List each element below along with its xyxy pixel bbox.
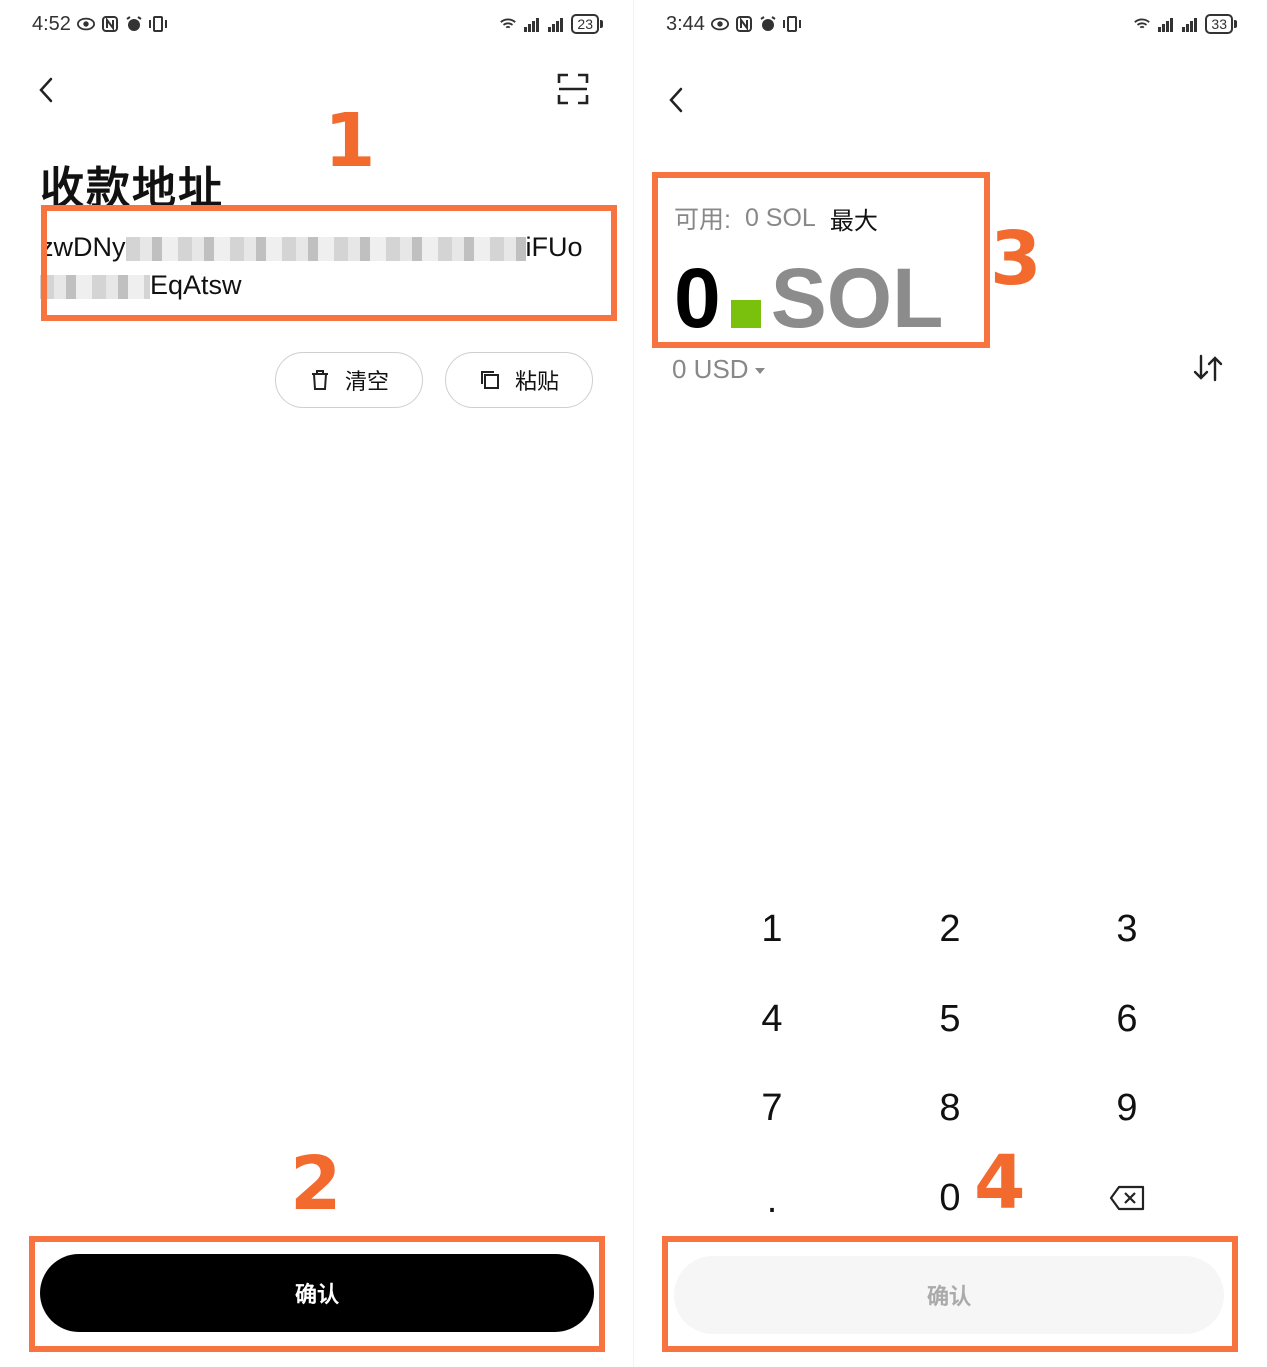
annotation-number-1: 1: [324, 98, 376, 184]
annotation-number-2: 2: [290, 1141, 342, 1227]
status-bar: 4:52 23: [32, 10, 603, 38]
clear-button[interactable]: 清空: [275, 352, 423, 408]
key-6[interactable]: 6: [1067, 984, 1187, 1054]
available-balance: 可用: 0 SOL 最大: [674, 200, 878, 236]
key-3[interactable]: 3: [1067, 894, 1187, 964]
signal-icon: [524, 18, 540, 32]
address-line2-end: EqAtsw: [150, 270, 242, 300]
key-decimal[interactable]: .: [712, 1165, 832, 1235]
amount-screen: 3:44 33 可用: 0 SOL 最大 0 SOL 0 USD 1 2 3 4…: [634, 0, 1267, 1367]
battery-icon: 33: [1205, 14, 1237, 34]
address-field[interactable]: zwDNy iFUo EqAtsw: [40, 228, 596, 308]
trash-icon: [311, 370, 328, 390]
vibrate-icon: [148, 16, 167, 32]
max-button[interactable]: 最大: [830, 201, 878, 236]
fiat-selector[interactable]: 0 USD: [672, 354, 765, 385]
back-button[interactable]: [662, 86, 690, 114]
backspace-icon: [1109, 1185, 1145, 1211]
caret-down-icon: [754, 367, 765, 374]
confirm-button[interactable]: 确认: [40, 1254, 594, 1332]
key-backspace[interactable]: [1067, 1163, 1187, 1233]
signal-icon: [548, 18, 564, 32]
back-icon: [39, 77, 53, 103]
address-redacted: [125, 236, 526, 261]
nfc-icon: [101, 16, 118, 32]
confirm-button[interactable]: 确认: [674, 1256, 1224, 1334]
amount-unit: SOL: [770, 251, 944, 345]
vibrate-icon: [782, 16, 801, 32]
paste-label: 粘贴: [514, 369, 559, 394]
swap-icon[interactable]: [1190, 350, 1226, 386]
key-1[interactable]: 1: [712, 894, 832, 964]
paste-button[interactable]: 粘贴: [445, 352, 593, 408]
wifi-icon: [1134, 18, 1151, 29]
available-label: 可用:: [674, 206, 731, 234]
back-icon: [669, 87, 683, 113]
fiat-value: 0 USD: [672, 354, 749, 384]
key-9[interactable]: 9: [1067, 1073, 1187, 1143]
nfc-icon: [735, 16, 752, 32]
key-5[interactable]: 5: [890, 984, 1010, 1054]
amount-value: 0: [674, 251, 721, 345]
alarm-icon: [760, 16, 776, 31]
address-redacted: [40, 274, 150, 299]
amount-input[interactable]: 0 SOL: [674, 252, 943, 344]
copy-icon: [480, 371, 499, 389]
key-8[interactable]: 8: [890, 1073, 1010, 1143]
status-time: 4:52: [32, 12, 71, 35]
battery-level: 33: [1205, 14, 1233, 34]
signal-icon: [1158, 18, 1174, 32]
battery-level: 23: [571, 14, 599, 34]
key-2[interactable]: 2: [890, 894, 1010, 964]
signal-icon: [1182, 18, 1198, 32]
key-4[interactable]: 4: [712, 984, 832, 1054]
address-end: iFUo: [525, 232, 583, 262]
eye-icon: [710, 17, 729, 31]
wifi-icon: [500, 18, 517, 29]
page-title: 收款地址: [40, 164, 224, 213]
available-value: 0 SOL: [744, 203, 816, 232]
back-button[interactable]: [32, 76, 60, 104]
status-bar: 3:44 33: [666, 10, 1237, 38]
clear-label: 清空: [344, 369, 389, 394]
scan-icon[interactable]: [556, 72, 590, 106]
key-7[interactable]: 7: [712, 1073, 832, 1143]
annotation-number-3: 3: [990, 216, 1042, 302]
alarm-icon: [126, 16, 142, 31]
status-time: 3:44: [666, 12, 705, 35]
annotation-number-4: 4: [974, 1140, 1026, 1226]
address-start: zwDNy: [40, 232, 126, 262]
text-cursor: [730, 300, 761, 328]
eye-icon: [76, 17, 95, 31]
battery-icon: 23: [571, 14, 603, 34]
